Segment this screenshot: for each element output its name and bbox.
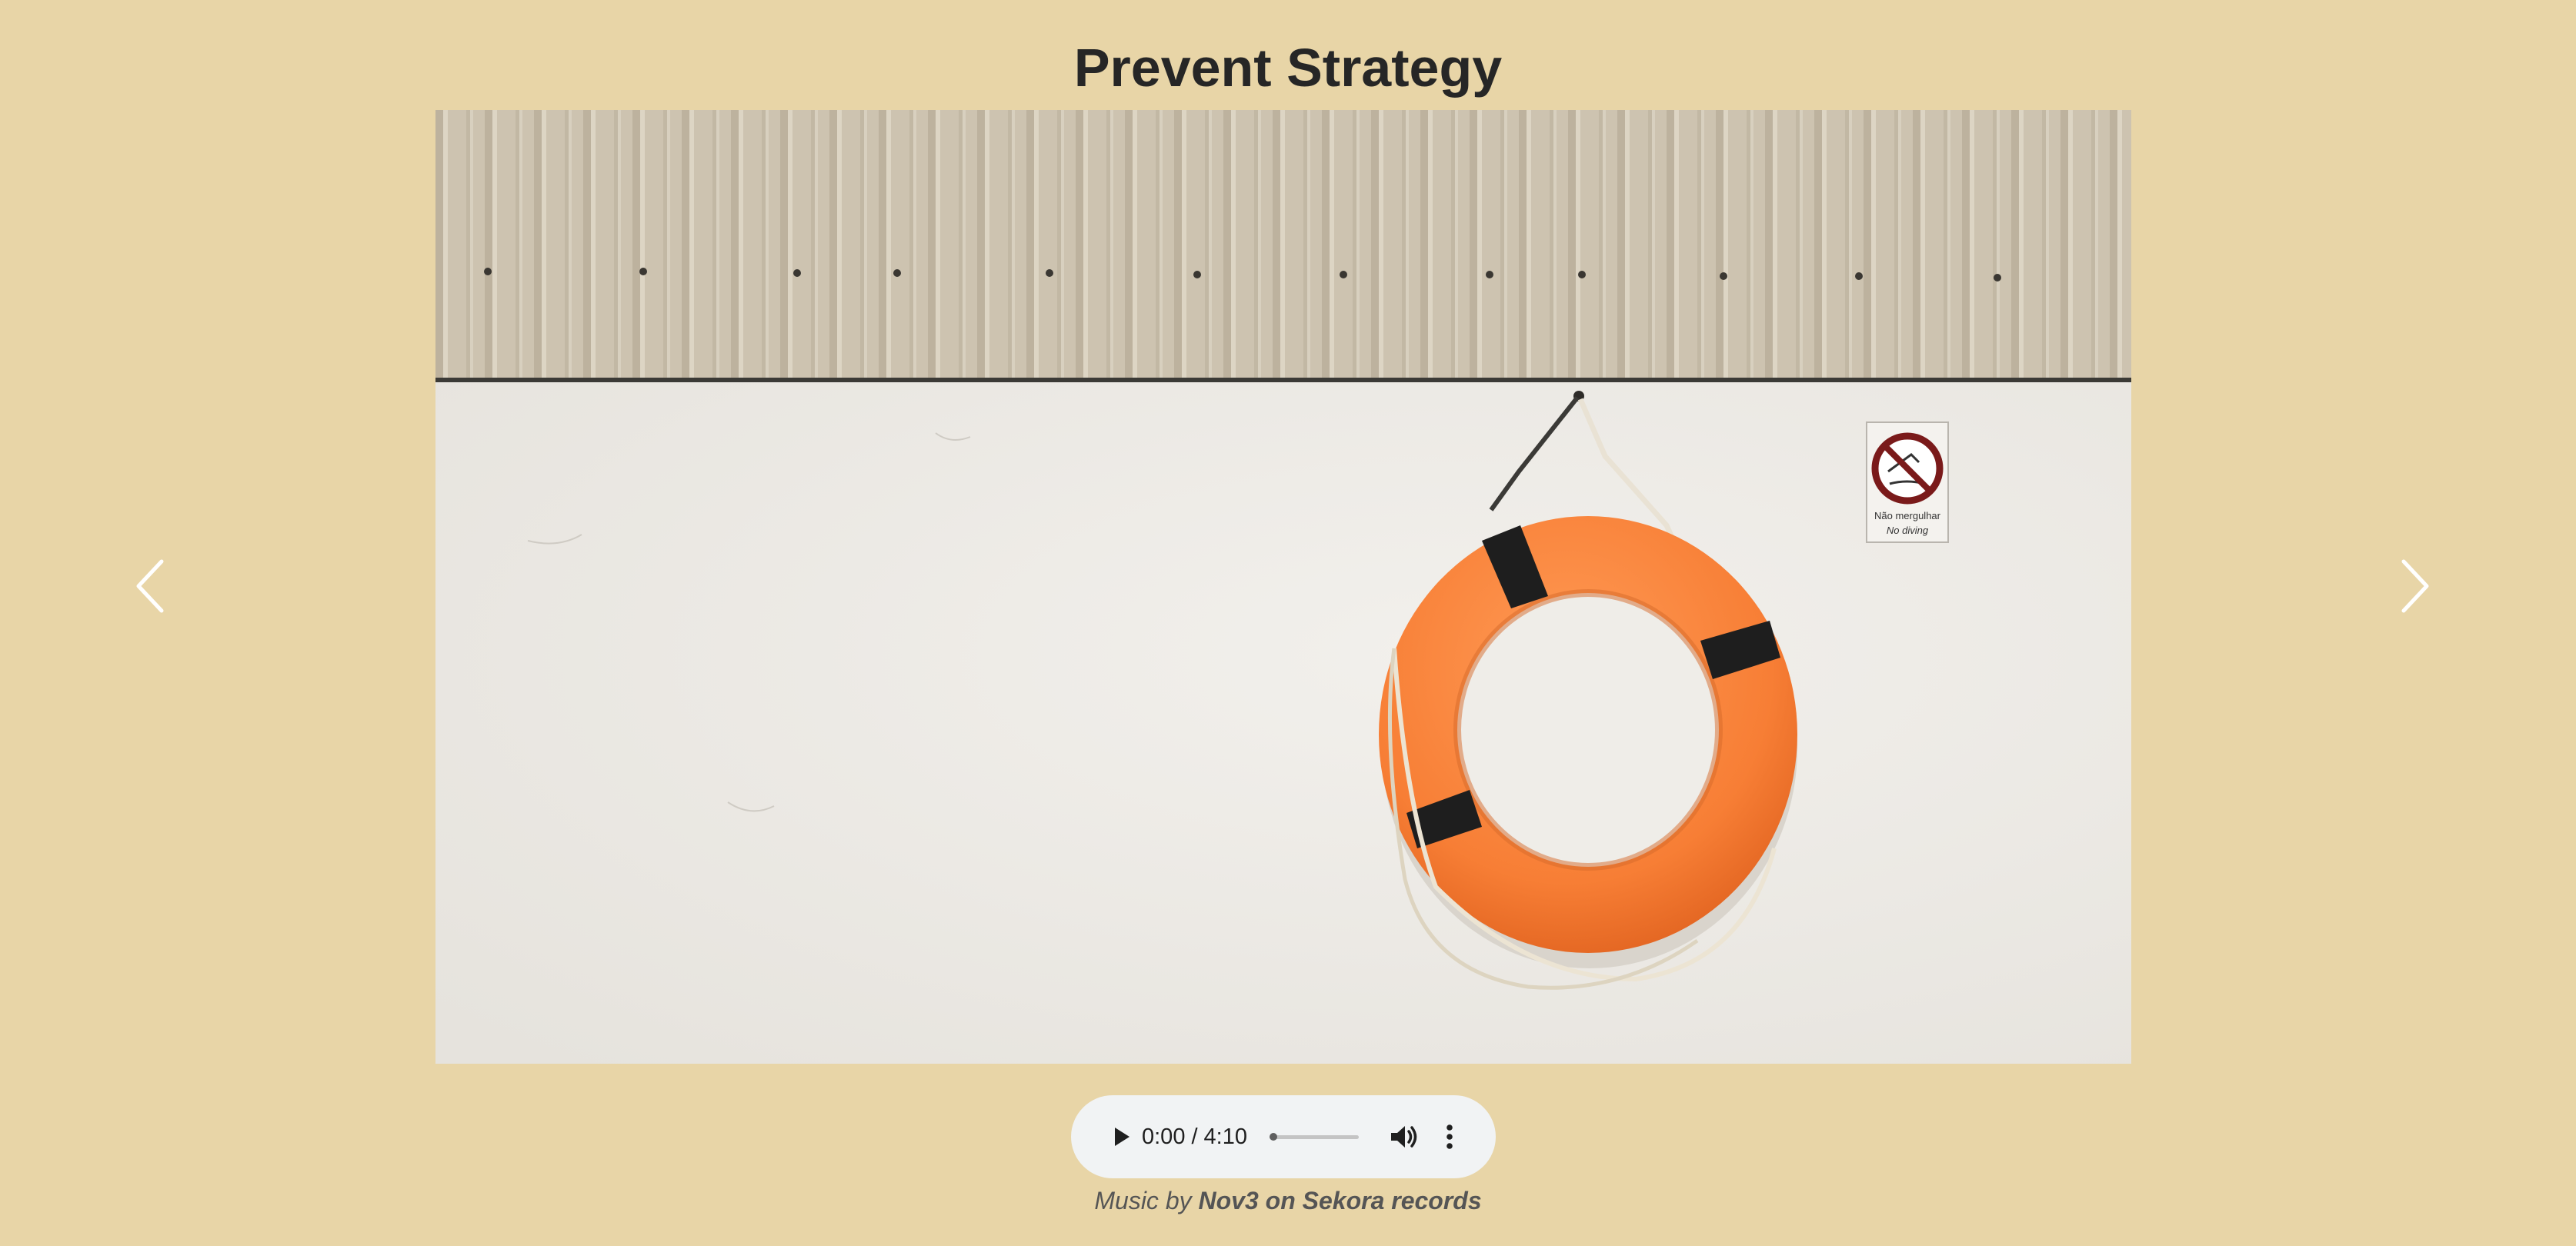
volume-button[interactable] bbox=[1385, 1118, 1422, 1155]
svg-text:No diving: No diving bbox=[1887, 525, 1929, 536]
current-time: 0:00 bbox=[1142, 1124, 1186, 1149]
progress-slider[interactable] bbox=[1270, 1132, 1359, 1141]
credit-artist: Nov3 on Sekora records bbox=[1198, 1187, 1482, 1214]
next-slide-button[interactable] bbox=[2391, 555, 2438, 617]
credit-prefix: Music by bbox=[1094, 1187, 1192, 1214]
duration: 4:10 bbox=[1203, 1124, 1247, 1149]
previous-slide-button[interactable] bbox=[128, 555, 174, 617]
no-diving-sign: Não mergulhar No diving bbox=[1866, 421, 1949, 543]
play-icon bbox=[1115, 1128, 1130, 1146]
time-separator: / bbox=[1191, 1124, 1198, 1149]
page-title: Prevent Strategy bbox=[1073, 38, 1503, 98]
chevron-left-icon bbox=[136, 559, 164, 613]
slide-image: Não mergulhar No diving bbox=[435, 110, 2131, 1064]
volume-icon bbox=[1391, 1126, 1417, 1148]
page: Prevent Strategy Não mergulhar No diving… bbox=[0, 0, 2576, 1246]
svg-text:Não mergulhar: Não mergulhar bbox=[1874, 510, 1941, 521]
play-button[interactable] bbox=[1102, 1118, 1139, 1155]
more-options-button[interactable] bbox=[1436, 1118, 1463, 1155]
music-credit: Music by Nov3 on Sekora records bbox=[0, 1184, 2576, 1217]
audio-player: 0:00/4:10 bbox=[1071, 1095, 1496, 1178]
chevron-right-icon bbox=[2401, 559, 2429, 613]
progress-track bbox=[1270, 1135, 1359, 1139]
corrugated-panel bbox=[435, 110, 2131, 381]
lifebuoy-photo: Não mergulhar No diving bbox=[435, 110, 2131, 1064]
time-display: 0:00/4:10 bbox=[1142, 1118, 1247, 1155]
progress-thumb[interactable] bbox=[1270, 1133, 1277, 1141]
more-vertical-icon bbox=[1446, 1124, 1453, 1149]
